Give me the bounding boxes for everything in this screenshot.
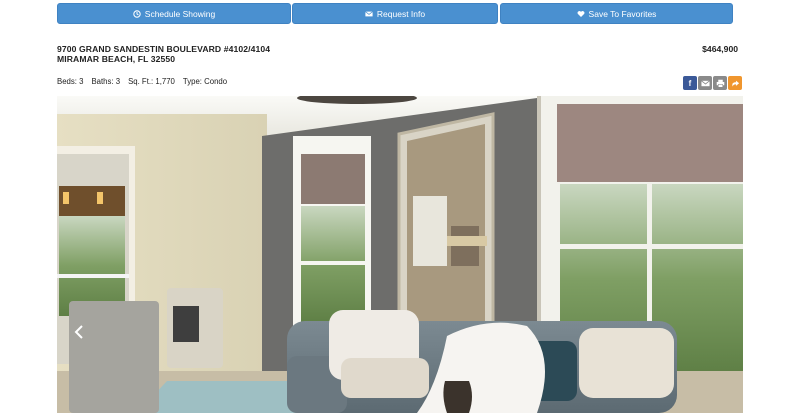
request-info-label: Request Info (376, 8, 426, 19)
envelope-icon (365, 10, 373, 16)
address-line-1: 9700 GRAND SANDESTIN BOULEVARD #4102/410… (57, 44, 271, 54)
facebook-icon: f (688, 78, 692, 88)
chevron-left-icon[interactable] (74, 325, 84, 339)
beds-fact: Beds: 3 (57, 77, 84, 86)
listing-price: $464,900 (702, 44, 738, 54)
print-button[interactable] (713, 76, 727, 90)
request-info-button[interactable]: Request Info (292, 3, 498, 24)
save-to-favorites-button[interactable]: Save To Favorites (500, 3, 733, 24)
clock-icon (133, 9, 141, 18)
heart-icon (577, 10, 584, 17)
action-bar: Schedule Showing Request Info Save To Fa… (57, 3, 733, 24)
print-icon (716, 79, 724, 88)
listing-photo[interactable] (57, 96, 743, 413)
room-photo-illustration (57, 96, 743, 413)
address-line-2: MIRAMAR BEACH, FL 32550 (57, 54, 176, 64)
type-fact: Type: Condo (182, 77, 228, 86)
sqft-fact: Sq. Ft.: 1,770 (128, 77, 175, 86)
listing-address: 9700 GRAND SANDESTIN BOULEVARD #4102/410… (57, 44, 270, 64)
baths-fact: Baths: 3 (91, 77, 121, 86)
share-icon (731, 80, 739, 87)
save-to-favorites-label: Save To Favorites (588, 8, 657, 19)
schedule-showing-button[interactable]: Schedule Showing (57, 3, 291, 24)
email-icon (700, 79, 710, 86)
listing-facts: Beds: 3 Baths: 3 Sq. Ft.: 1,770 Type: Co… (57, 77, 227, 86)
schedule-showing-label: Schedule Showing (144, 8, 216, 19)
share-button[interactable] (728, 76, 742, 90)
share-buttons: f (683, 76, 742, 90)
email-share-button[interactable] (698, 76, 712, 90)
facebook-share-button[interactable]: f (683, 76, 697, 90)
